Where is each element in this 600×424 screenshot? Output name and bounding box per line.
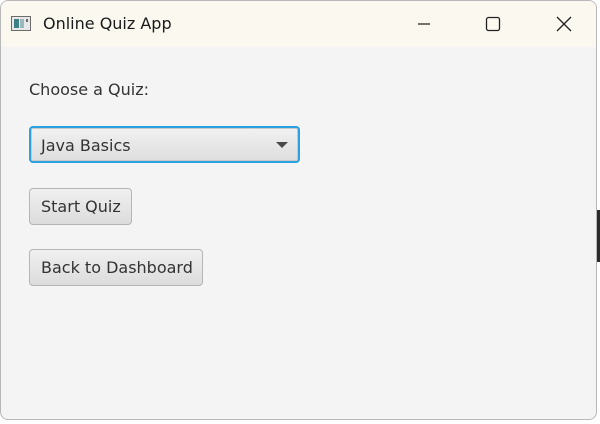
content-pane: Choose a Quiz: Java Basics Start Quiz Ba… bbox=[1, 47, 596, 419]
choose-quiz-label: Choose a Quiz: bbox=[29, 80, 150, 99]
maximize-button[interactable] bbox=[458, 1, 528, 47]
close-button[interactable] bbox=[529, 1, 596, 47]
quiz-combobox[interactable]: Java Basics bbox=[29, 126, 300, 163]
minimize-icon bbox=[418, 23, 430, 25]
quiz-combobox-value: Java Basics bbox=[41, 136, 131, 155]
window-title: Online Quiz App bbox=[43, 14, 172, 33]
close-icon bbox=[556, 16, 572, 32]
start-quiz-button[interactable]: Start Quiz bbox=[29, 188, 132, 225]
title-bar[interactable]: Online Quiz App bbox=[1, 1, 596, 47]
app-icon bbox=[11, 16, 31, 31]
minimize-button[interactable] bbox=[389, 1, 459, 47]
dropdown-arrow-icon[interactable] bbox=[276, 142, 288, 148]
maximize-icon bbox=[485, 16, 501, 32]
back-to-dashboard-button[interactable]: Back to Dashboard bbox=[29, 249, 203, 286]
app-window: Online Quiz App Choose a Quiz: Java Basi… bbox=[0, 0, 597, 420]
